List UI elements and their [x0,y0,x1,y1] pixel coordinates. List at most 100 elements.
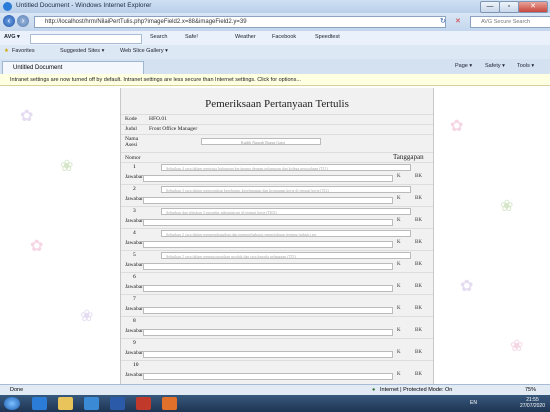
word-taskbar-icon[interactable] [110,397,125,410]
bk-radio[interactable]: BK [415,306,422,311]
divider [121,152,433,153]
k-radio[interactable]: K [397,306,401,311]
favorites-star-icon: ★ [4,48,9,54]
web-slice-gallery-link[interactable]: Web Slice Gallery ▾ [120,48,168,54]
question-number: 4 [133,230,136,236]
divider [121,360,433,361]
jawaban-label: Jawaban [125,174,144,180]
question-number: 8 [133,318,136,324]
answer-field[interactable] [143,351,393,358]
start-button[interactable] [4,397,20,410]
judul-value: Front Office Manager [149,126,198,132]
question-text: Sebutkan 4 cara dalam menjaga hubungan k… [161,164,411,171]
answer-field[interactable] [143,285,393,292]
tools-menu[interactable]: Tools ▾ [517,63,534,69]
kode-value: HFO.01 [149,116,167,122]
favorites-bar: ★ Favorites Suggested Sites ▾ Web Slice … [0,45,550,60]
k-radio[interactable]: K [397,174,401,179]
bk-radio[interactable]: BK [415,284,422,289]
bk-radio[interactable]: BK [415,350,422,355]
clock-date: 27/07/2020 [519,403,545,409]
k-radio[interactable]: K [397,196,401,201]
jawaban-label: Jawaban [125,262,144,268]
bk-radio[interactable]: BK [415,372,422,377]
answer-field[interactable] [143,197,393,204]
answer-field[interactable] [143,241,393,248]
divider [121,294,433,295]
jawaban-label: Jawaban [125,196,144,202]
favorites-button[interactable]: Favorites [12,48,35,54]
search-button[interactable]: Search [150,34,167,40]
avg-search-input[interactable] [30,34,142,44]
media-taskbar-icon[interactable] [84,397,99,410]
question-number: 5 [133,252,136,258]
answer-field[interactable] [143,263,393,270]
bk-radio[interactable]: BK [415,262,422,267]
k-radio[interactable]: K [397,284,401,289]
divider [121,206,433,207]
k-radio[interactable]: K [397,372,401,377]
bk-radio[interactable]: BK [415,218,422,223]
suggested-sites-link[interactable]: Suggested Sites ▾ [60,48,104,54]
facebook-button[interactable]: Facebook [272,34,296,40]
jawaban-label: Jawaban [125,284,144,290]
tanggapan-header: Tanggapan [393,153,424,161]
avg-menu[interactable]: AVG ▾ [4,34,20,40]
maximize-button[interactable]: ▫ [499,1,519,13]
divider [121,162,433,163]
safe-button[interactable]: Safe! [185,34,198,40]
jawaban-label: Jawaban [125,350,144,356]
question-text: Sebutkan dan jelaskan 3 prosedur adminis… [161,208,411,215]
k-radio[interactable]: K [397,262,401,267]
refresh-icon[interactable]: ↻ [440,17,446,25]
safety-menu[interactable]: Safety ▾ [485,63,505,69]
powerpoint-taskbar-icon[interactable] [162,397,177,410]
divider [121,316,433,317]
jawaban-label: Jawaban [125,328,144,334]
address-input[interactable]: http://localhost/hrm/NilaiPertTulis.php?… [34,16,446,28]
question-text: Sebutkan 2 cara dalam mempromosikan prod… [161,252,411,259]
app-taskbar-icon[interactable] [136,397,151,410]
kode-label: Kode [125,116,137,122]
flower-decoration-icon: ❀ [510,338,524,355]
page-menu[interactable]: Page ▾ [455,63,472,69]
flower-decoration-icon: ❀ [500,198,514,215]
tab-row: Untitled Document Page ▾ Safety ▾ Tools … [0,59,550,75]
speedtest-button[interactable]: Speedtest [315,34,340,40]
taskbar-clock[interactable]: 21:55 27/07/2020 [520,397,545,409]
divider [121,114,433,115]
answer-field[interactable] [143,373,393,380]
divider [121,250,433,251]
window-title: Untitled Document - Windows Internet Exp… [16,2,152,9]
question-number: 6 [133,274,136,280]
language-indicator[interactable]: EN [470,400,477,406]
answer-field[interactable] [143,175,393,182]
divider [121,272,433,273]
bk-radio[interactable]: BK [415,240,422,245]
k-radio[interactable]: K [397,218,401,223]
search-input[interactable]: AVG Secure Search [470,16,550,28]
form-title: Pemeriksaan Pertanyaan Tertulis [205,98,349,110]
bk-radio[interactable]: BK [415,328,422,333]
explorer-taskbar-icon[interactable] [58,397,73,410]
answer-field[interactable] [143,329,393,336]
back-button[interactable]: ‹ [3,15,15,27]
bk-radio[interactable]: BK [415,196,422,201]
weather-button[interactable]: Weather [235,34,256,40]
forward-button[interactable]: › [17,15,29,27]
bk-radio[interactable]: BK [415,174,422,179]
info-bar[interactable]: Intranet settings are now turned off by … [0,74,550,86]
k-radio[interactable]: K [397,240,401,245]
question-number: 1 [133,164,136,170]
stop-icon[interactable]: ✕ [455,17,461,25]
question-number: 9 [133,340,136,346]
minimize-button[interactable]: — [480,1,500,13]
ie-taskbar-icon[interactable] [32,397,47,410]
tab-untitled-document[interactable]: Untitled Document [2,61,144,74]
answer-field[interactable] [143,219,393,226]
close-button[interactable]: ✕ [518,1,548,13]
k-radio[interactable]: K [397,350,401,355]
nama-asesi-field[interactable]: Kadek Ngurah Bagus Gatot [201,138,321,145]
k-radio[interactable]: K [397,328,401,333]
answer-field[interactable] [143,307,393,314]
